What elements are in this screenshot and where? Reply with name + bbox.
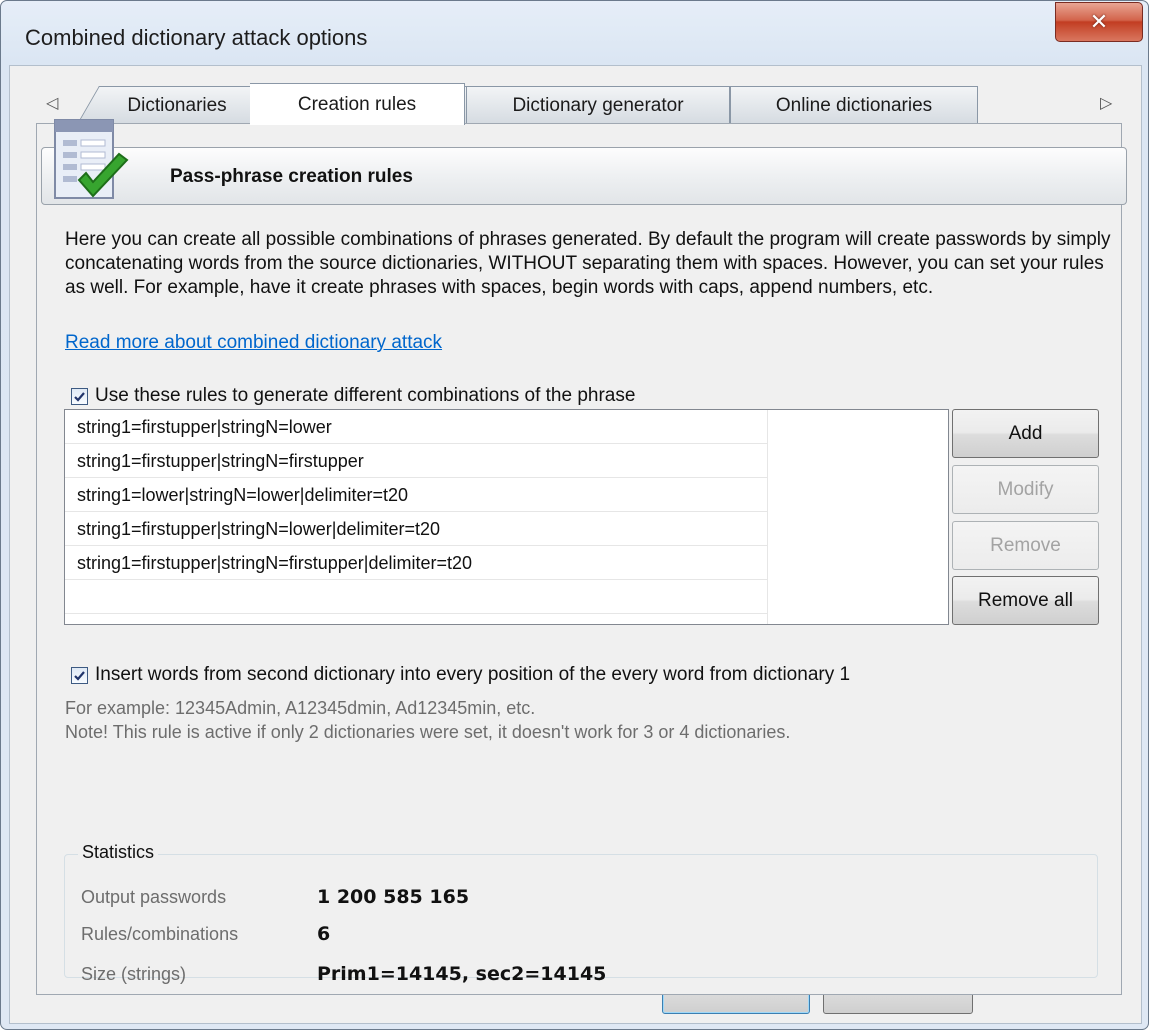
insert-words-example: For example: 12345Admin, A12345dmin, Ad1… bbox=[65, 698, 536, 718]
rule-row[interactable]: string1=firstupper|stringN=firstupper bbox=[65, 444, 767, 478]
insert-words-note: Note! This rule is active if only 2 dict… bbox=[65, 722, 791, 742]
rules-list[interactable]: string1=firstupper|stringN=lower string1… bbox=[64, 409, 949, 625]
document-checkmark-icon bbox=[53, 118, 135, 215]
statistics-group bbox=[64, 854, 1098, 978]
size-strings-label: Size (strings) bbox=[81, 964, 187, 984]
dialog-client-area: ◁ ▷ Dictionaries Creation rules Dictiona… bbox=[9, 65, 1142, 1024]
modify-rule-button[interactable]: Modify bbox=[952, 465, 1099, 514]
description-text: Here you can create all possible combina… bbox=[65, 229, 1111, 298]
add-rule-button[interactable]: Add bbox=[952, 409, 1099, 458]
remove-rule-button[interactable]: Remove bbox=[952, 521, 1099, 570]
use-rules-checkbox[interactable] bbox=[71, 388, 88, 405]
read-more-link[interactable]: Read more about combined dictionary atta… bbox=[65, 332, 442, 354]
close-icon: ✕ bbox=[1089, 9, 1109, 34]
checkmark-icon bbox=[74, 392, 85, 402]
section-header-title: Pass-phrase creation rules bbox=[170, 166, 413, 187]
tab-scroll-right-icon[interactable]: ▷ bbox=[1100, 93, 1112, 113]
tab-dictionaries-label: Dictionaries bbox=[128, 94, 228, 116]
rules-combinations-value: 6 bbox=[317, 923, 331, 945]
use-rules-label[interactable]: Use these rules to generate different co… bbox=[95, 385, 635, 407]
dialog-window: Combined dictionary attack options ✕ ◁ ▷… bbox=[0, 0, 1149, 1030]
checkmark-icon bbox=[74, 671, 85, 681]
insert-words-checkbox[interactable] bbox=[71, 667, 88, 684]
rules-list-column-separator bbox=[767, 410, 768, 624]
output-passwords-label: Output passwords bbox=[81, 887, 227, 907]
rules-combinations-label: Rules/combinations bbox=[81, 924, 239, 944]
rule-row[interactable]: string1=firstupper|stringN=lower bbox=[65, 410, 767, 444]
tab-online-dictionaries[interactable]: Online dictionaries bbox=[730, 86, 978, 124]
remove-all-rules-button[interactable]: Remove all bbox=[952, 576, 1099, 625]
size-strings-value: Prim1=14145, sec2=14145 bbox=[317, 963, 607, 985]
rule-row-empty[interactable] bbox=[65, 580, 767, 614]
tab-scroll-left-icon[interactable]: ◁ bbox=[46, 93, 58, 113]
creation-rules-page: Pass-phrase creation rules Here you can … bbox=[36, 119, 1127, 995]
tab-online-dictionaries-label: Online dictionaries bbox=[775, 94, 933, 116]
statistics-title: Statistics bbox=[78, 842, 159, 863]
tab-creation-rules[interactable]: Creation rules bbox=[250, 83, 465, 125]
section-header: Pass-phrase creation rules bbox=[41, 147, 1127, 205]
window-title: Combined dictionary attack options bbox=[25, 25, 368, 50]
insert-words-label[interactable]: Insert words from second dictionary into… bbox=[95, 664, 850, 686]
tab-dictionary-generator[interactable]: Dictionary generator bbox=[466, 86, 730, 124]
rule-row[interactable]: string1=lower|stringN=lower|delimiter=t2… bbox=[65, 478, 767, 512]
tab-dictionary-generator-label: Dictionary generator bbox=[512, 94, 684, 116]
output-passwords-value: 1 200 585 165 bbox=[317, 886, 470, 908]
close-button[interactable]: ✕ bbox=[1055, 2, 1143, 42]
rule-row[interactable]: string1=firstupper|stringN=lower|delimit… bbox=[65, 512, 767, 546]
rule-row[interactable]: string1=firstupper|stringN=firstupper|de… bbox=[65, 546, 767, 580]
tab-creation-rules-label: Creation rules bbox=[297, 93, 417, 115]
